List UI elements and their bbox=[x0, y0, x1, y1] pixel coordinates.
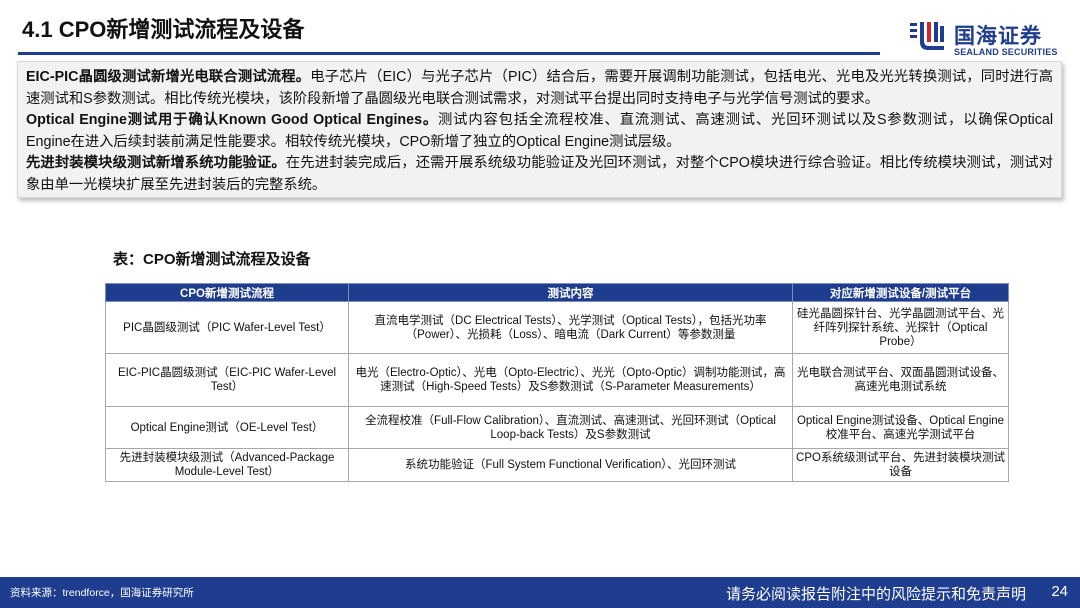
table-row: PIC晶圆级测试（PIC Wafer-Level Test） 直流电学测试（DC… bbox=[105, 301, 1009, 354]
summary-heading: Optical Engine测试用于确认Known Good Optical E… bbox=[26, 112, 439, 128]
table-cell: 系统功能验证（Full System Functional Verificati… bbox=[348, 448, 793, 482]
table-cell: 光电联合测试平台、双面晶圆测试设备、高速光电测试系统 bbox=[792, 353, 1009, 407]
table-cell: CPO系统级测试平台、先进封装模块测试设备 bbox=[792, 448, 1009, 482]
table-cell: 先进封装模块级测试（Advanced-Package Module-Level … bbox=[105, 448, 349, 482]
footer-source: 资料来源：trendforce，国海证券研究所 bbox=[10, 587, 194, 599]
summary-paragraph: Optical Engine测试用于确认Known Good Optical E… bbox=[26, 110, 1053, 153]
test-process-table: CPO新增测试流程 测试内容 对应新增测试设备/测试平台 PIC晶圆级测试（PI… bbox=[105, 283, 1009, 482]
footer-bar: 资料来源：trendforce，国海证券研究所 请务必阅读报告附注中的风险提示和… bbox=[0, 577, 1080, 608]
table-row: Optical Engine测试（OE-Level Test） 全流程校准（Fu… bbox=[105, 406, 1009, 449]
table-cell: PIC晶圆级测试（PIC Wafer-Level Test） bbox=[105, 301, 349, 354]
footer-disclaimer: 请务必阅读报告附注中的风险提示和免责声明 bbox=[725, 586, 1026, 603]
title-divider bbox=[18, 52, 880, 55]
sealand-logo-icon bbox=[910, 22, 944, 50]
logo-text-en: SEALAND SECURITIES bbox=[954, 47, 1058, 57]
table-cell: Optical Engine测试设备、Optical Engine校准平台、高速… bbox=[792, 406, 1009, 449]
summary-paragraph: 先进封装模块级测试新增系统功能验证。在先进封装完成后，还需开展系统级功能验证及光… bbox=[26, 153, 1053, 196]
table-row: 先进封装模块级测试（Advanced-Package Module-Level … bbox=[105, 448, 1009, 482]
table-row: EIC-PIC晶圆级测试（EIC-PIC Wafer-Level Test） 电… bbox=[105, 353, 1009, 407]
summary-box: EIC-PIC晶圆级测试新增光电联合测试流程。电子芯片（EIC）与光子芯片（PI… bbox=[17, 61, 1062, 198]
table-cell: 全流程校准（Full-Flow Calibration）、直流测试、高速测试、光… bbox=[348, 406, 793, 449]
table-cell: 直流电学测试（DC Electrical Tests）、光学测试（Optical… bbox=[348, 301, 793, 354]
summary-heading: EIC-PIC晶圆级测试新增光电联合测试流程。 bbox=[26, 69, 311, 85]
summary-heading: 先进封装模块级测试新增系统功能验证。 bbox=[26, 155, 286, 171]
logo-text-cn: 国海证券 bbox=[954, 25, 1042, 48]
table-caption: 表：CPO新增测试流程及设备 bbox=[113, 251, 311, 268]
column-header: 测试内容 bbox=[348, 283, 793, 302]
table-cell: Optical Engine测试（OE-Level Test） bbox=[105, 406, 349, 449]
table-header-row: CPO新增测试流程 测试内容 对应新增测试设备/测试平台 bbox=[105, 283, 1009, 302]
company-logo: 国海证券 SEALAND SECURITIES bbox=[908, 20, 1058, 60]
page-title: 4.1 CPO新增测试流程及设备 bbox=[22, 17, 305, 42]
table-cell: EIC-PIC晶圆级测试（EIC-PIC Wafer-Level Test） bbox=[105, 353, 349, 407]
table-cell: 硅光晶圆探针台、光学晶圆测试平台、光纤阵列探针系统、光探针（Optical Pr… bbox=[792, 301, 1009, 354]
column-header: 对应新增测试设备/测试平台 bbox=[792, 283, 1009, 302]
table-cell: 电光（Electro-Optic）、光电（Opto-Electric）、光光（O… bbox=[348, 353, 793, 407]
summary-paragraph: EIC-PIC晶圆级测试新增光电联合测试流程。电子芯片（EIC）与光子芯片（PI… bbox=[26, 67, 1053, 110]
page-number: 24 bbox=[1051, 583, 1068, 600]
column-header: CPO新增测试流程 bbox=[105, 283, 349, 302]
